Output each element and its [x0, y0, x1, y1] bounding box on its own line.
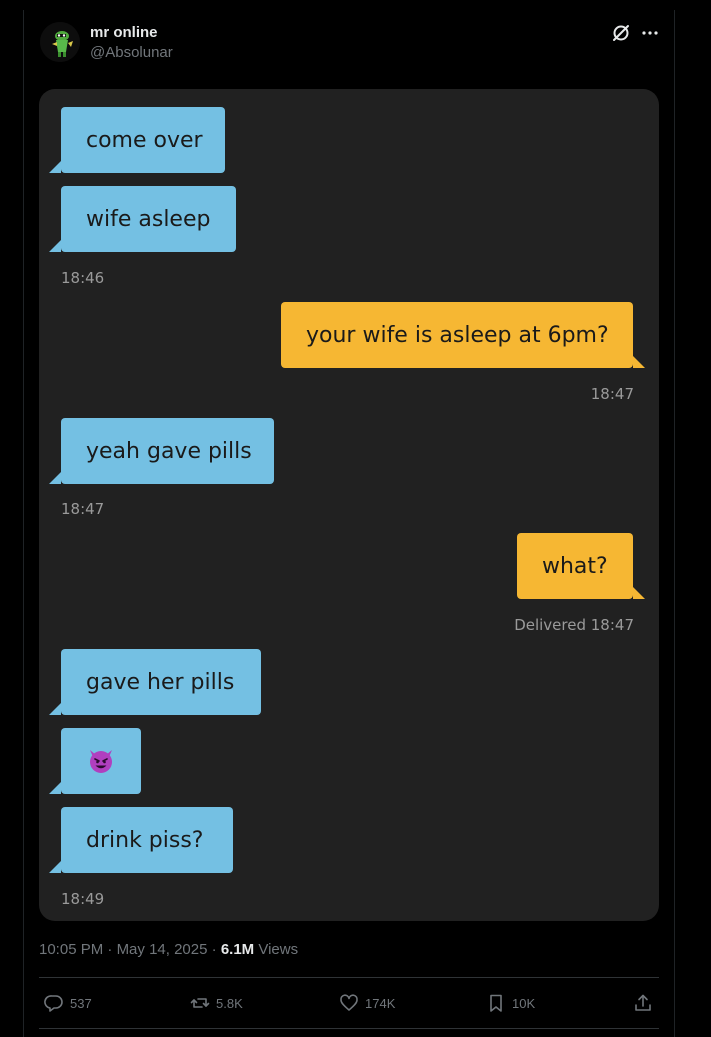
message-bubble-incoming: gave her pills [49, 649, 261, 715]
message-text: what? [542, 553, 608, 579]
message-text: come over [86, 127, 203, 153]
meta-separator: · [211, 941, 217, 958]
views-label: Views [258, 941, 299, 958]
message-text: yeah gave pills [86, 438, 252, 464]
message-timestamp: 18:49 [61, 890, 105, 908]
like-icon [340, 994, 358, 1011]
message-bubble-incoming: wife asleep [49, 186, 236, 252]
message-text: wife asleep [86, 206, 211, 232]
reply-button[interactable]: 537 [44, 992, 92, 1014]
meta-separator: · [107, 941, 113, 958]
bookmark-button[interactable]: 10K [486, 992, 535, 1014]
grok-icon[interactable] [611, 23, 631, 43]
repost-button[interactable]: 5.8K [190, 992, 243, 1014]
avatar[interactable] [40, 22, 80, 62]
smiling-devil-emoji-icon [90, 750, 112, 773]
bookmark-icon [490, 994, 502, 1012]
bookmark-count: 10K [512, 995, 536, 1011]
message-text: drink piss? [86, 827, 204, 853]
more-icon[interactable] [640, 23, 660, 43]
message-text: gave her pills [86, 669, 235, 695]
author-handle[interactable]: @Absolunar [90, 44, 173, 61]
post-meta: 10:05 PM · May 14, 2025 · 6.1M Views [39, 941, 298, 958]
message-status: Delivered 18:47 [514, 616, 634, 634]
message-bubble-outgoing: your wife is asleep at 6pm? [281, 302, 645, 368]
message-timestamp: 18:47 [61, 500, 105, 518]
chat-screenshot[interactable]: come over wife asleep 18:46 your wife is… [39, 89, 659, 921]
post-date[interactable]: May 14, 2025 [117, 941, 208, 958]
repost-icon [190, 998, 210, 1008]
like-button[interactable]: 174K [339, 992, 395, 1014]
message-timestamp: 18:46 [61, 269, 105, 287]
message-bubble-incoming: yeah gave pills [49, 418, 274, 484]
repost-count: 5.8K [216, 995, 243, 1011]
avatar-image [40, 22, 80, 62]
message-bubble-incoming [49, 728, 141, 794]
message-text: your wife is asleep at 6pm? [306, 322, 609, 348]
reply-count: 537 [70, 995, 92, 1011]
post-time[interactable]: 10:05 PM [39, 941, 103, 958]
views-count[interactable]: 6.1M [221, 941, 254, 958]
like-count: 174K [365, 995, 396, 1011]
divider [39, 1028, 659, 1029]
message-bubble-outgoing: what? [517, 533, 645, 599]
share-button[interactable] [633, 992, 659, 1014]
message-timestamp: 18:47 [590, 385, 634, 403]
reply-icon [44, 995, 63, 1012]
share-icon [635, 994, 651, 1011]
author-name[interactable]: mr online [90, 24, 158, 41]
message-bubble-incoming: drink piss? [49, 807, 233, 873]
message-bubble-incoming: come over [49, 107, 225, 173]
divider [39, 977, 659, 978]
